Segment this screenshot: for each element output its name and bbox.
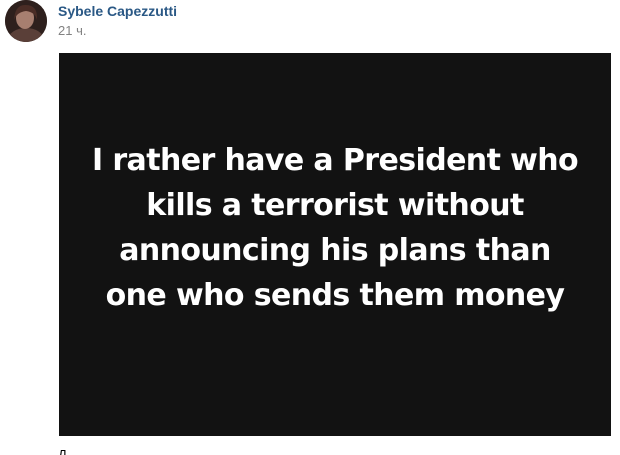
post-text-preview: Д xyxy=(58,447,67,455)
author-avatar[interactable] xyxy=(5,0,47,42)
post-image[interactable]: I rather have a President who kills a te… xyxy=(59,53,611,436)
post-timestamp-link[interactable]: 21 ч. xyxy=(58,23,86,38)
author-name-link[interactable]: Sybele Capezzutti xyxy=(58,3,177,19)
avatar-photo-icon xyxy=(5,0,47,42)
feed-post: Sybele Capezzutti 21 ч. I rather have a … xyxy=(0,0,620,455)
image-caption-text: I rather have a President who kills a te… xyxy=(91,142,579,313)
